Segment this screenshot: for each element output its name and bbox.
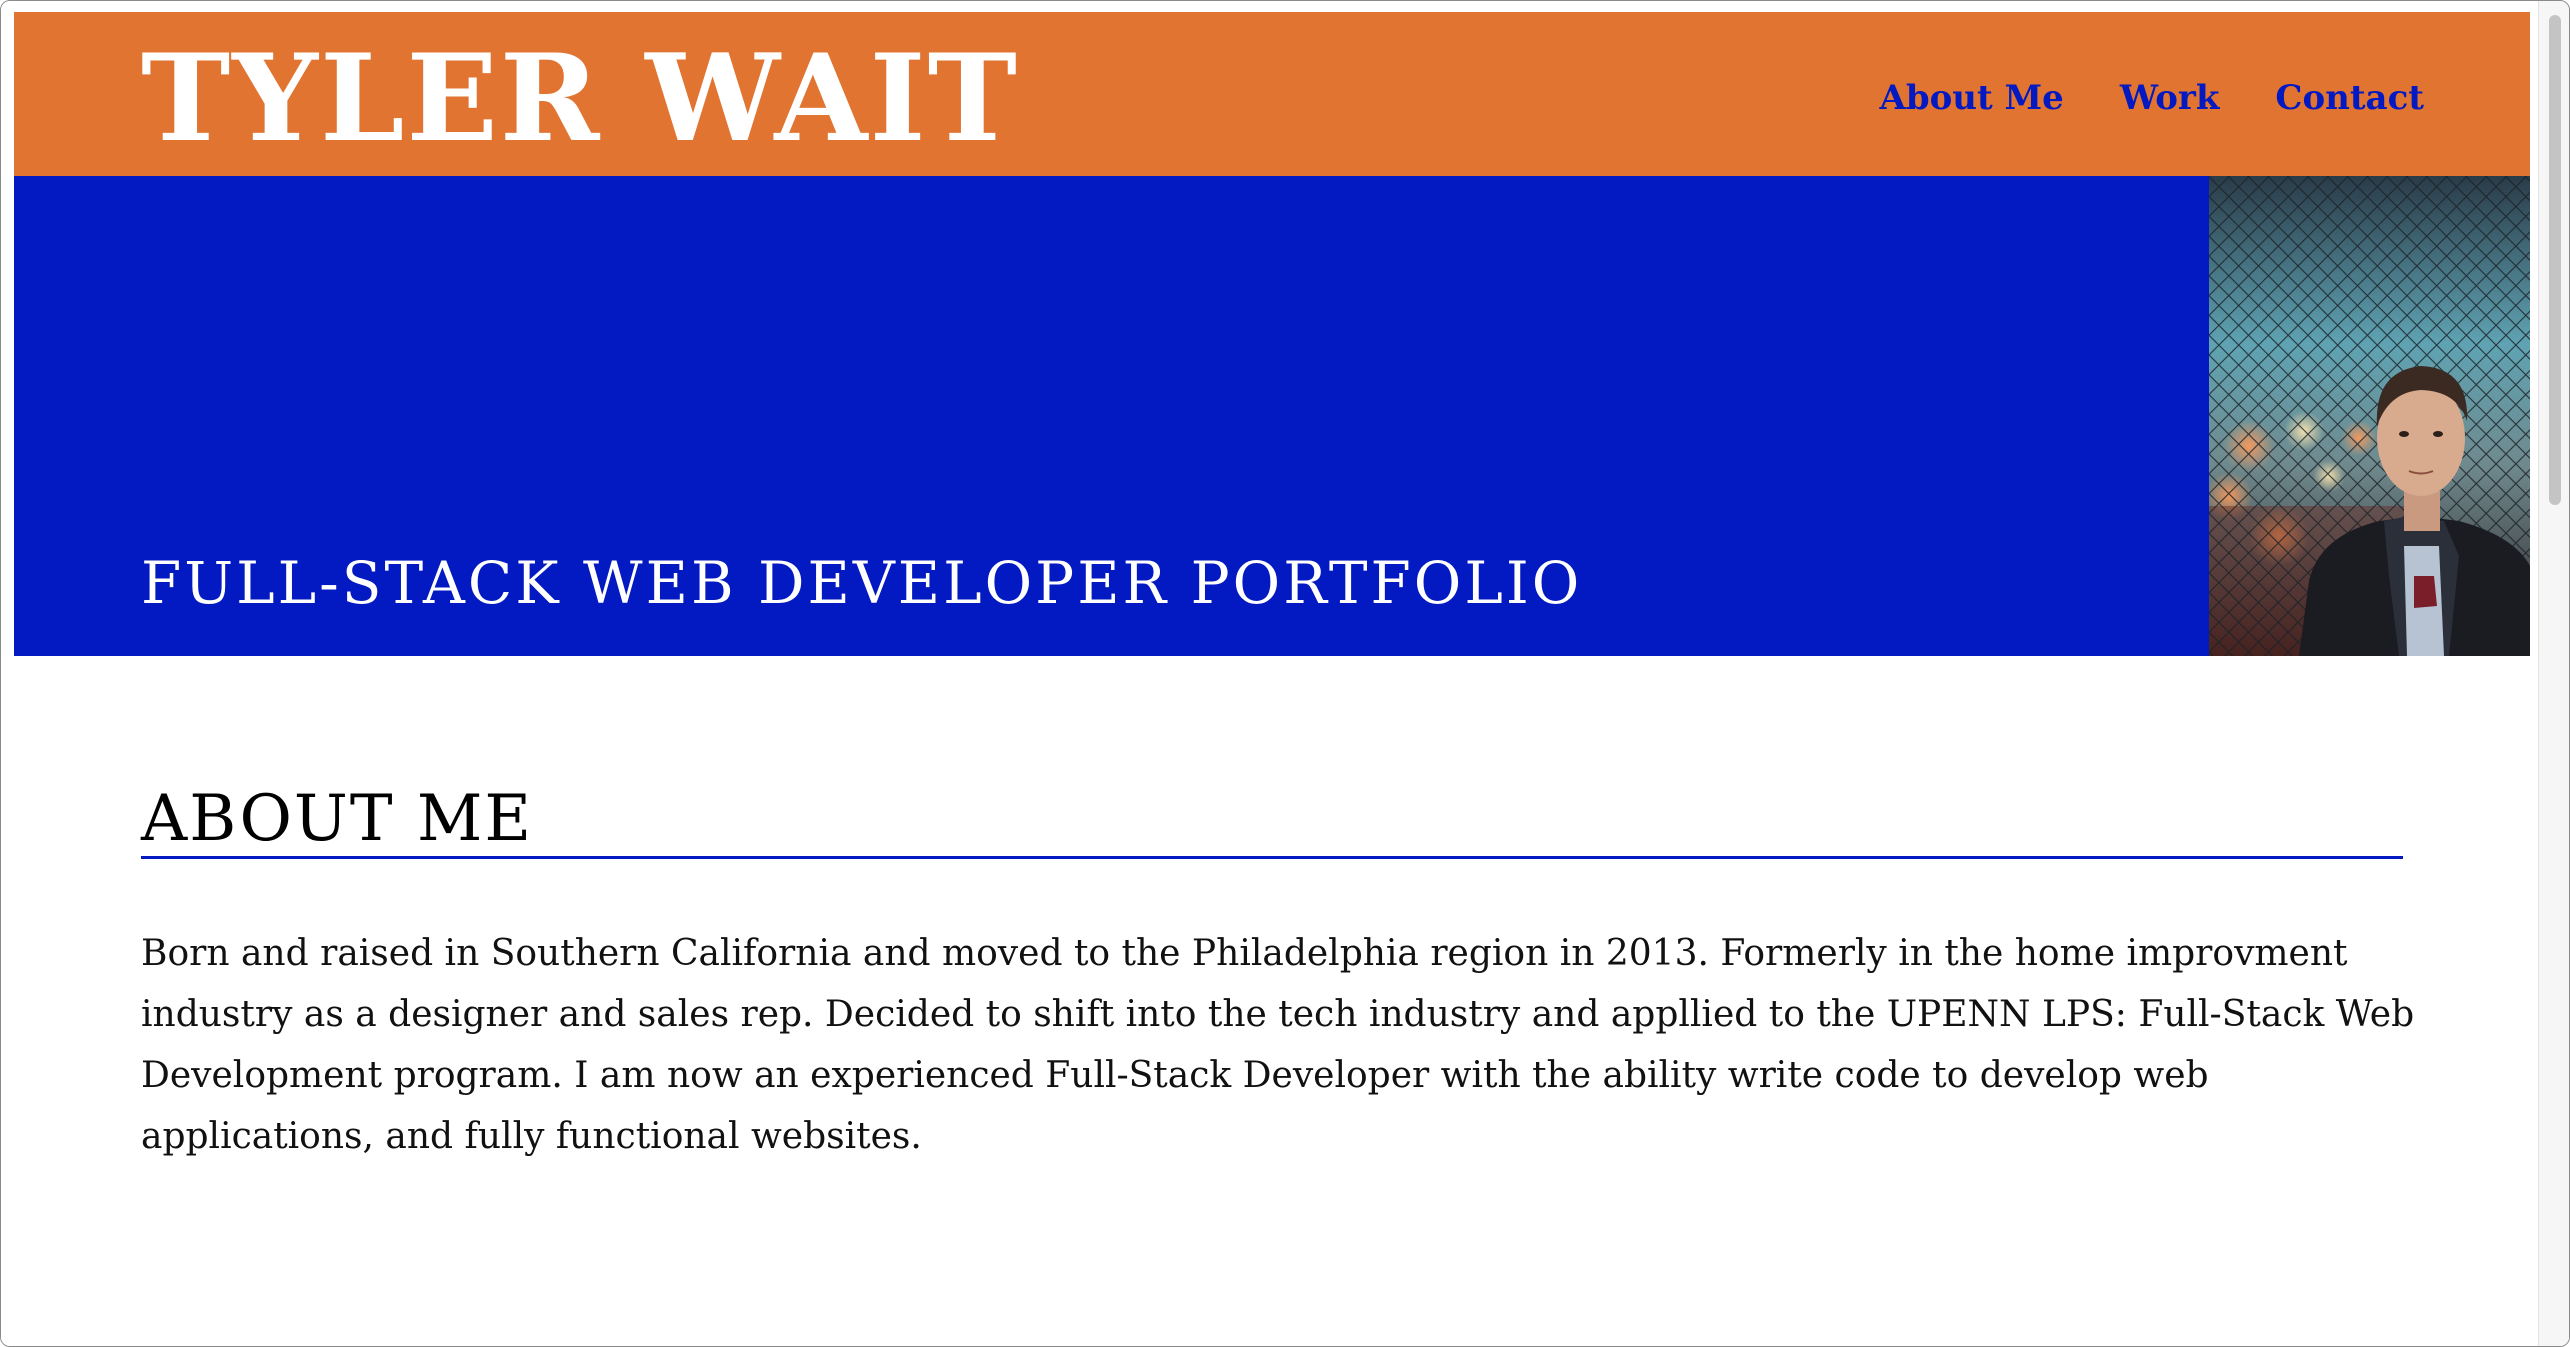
nav-link-work[interactable]: Work [2120, 78, 2220, 118]
site-title: TYLER WAIT [141, 28, 1019, 169]
profile-photo-image [2209, 176, 2530, 656]
profile-photo [2209, 176, 2530, 656]
about-divider [141, 856, 2403, 859]
about-paragraph: Born and raised in Southern California a… [141, 933, 2415, 1157]
main-nav: About Me Work Contact [1879, 78, 2424, 118]
site-header: TYLER WAIT About Me Work Contact [14, 12, 2530, 176]
about-heading: ABOUT ME [141, 782, 534, 856]
hero-subtitle: FULL-STACK WEB DEVELOPER PORTFOLIO [141, 549, 1583, 617]
nav-link-about-me[interactable]: About Me [1879, 78, 2063, 118]
nav-link-contact[interactable]: Contact [2275, 78, 2424, 118]
vertical-scrollbar[interactable] [2538, 1, 2569, 1346]
scrollbar-thumb[interactable] [2549, 15, 2561, 505]
page-viewport: TYLER WAIT About Me Work Contact FULL-ST… [1, 1, 2537, 1346]
browser-window: TYLER WAIT About Me Work Contact FULL-ST… [0, 0, 2570, 1347]
hero-banner: FULL-STACK WEB DEVELOPER PORTFOLIO [14, 176, 2530, 656]
